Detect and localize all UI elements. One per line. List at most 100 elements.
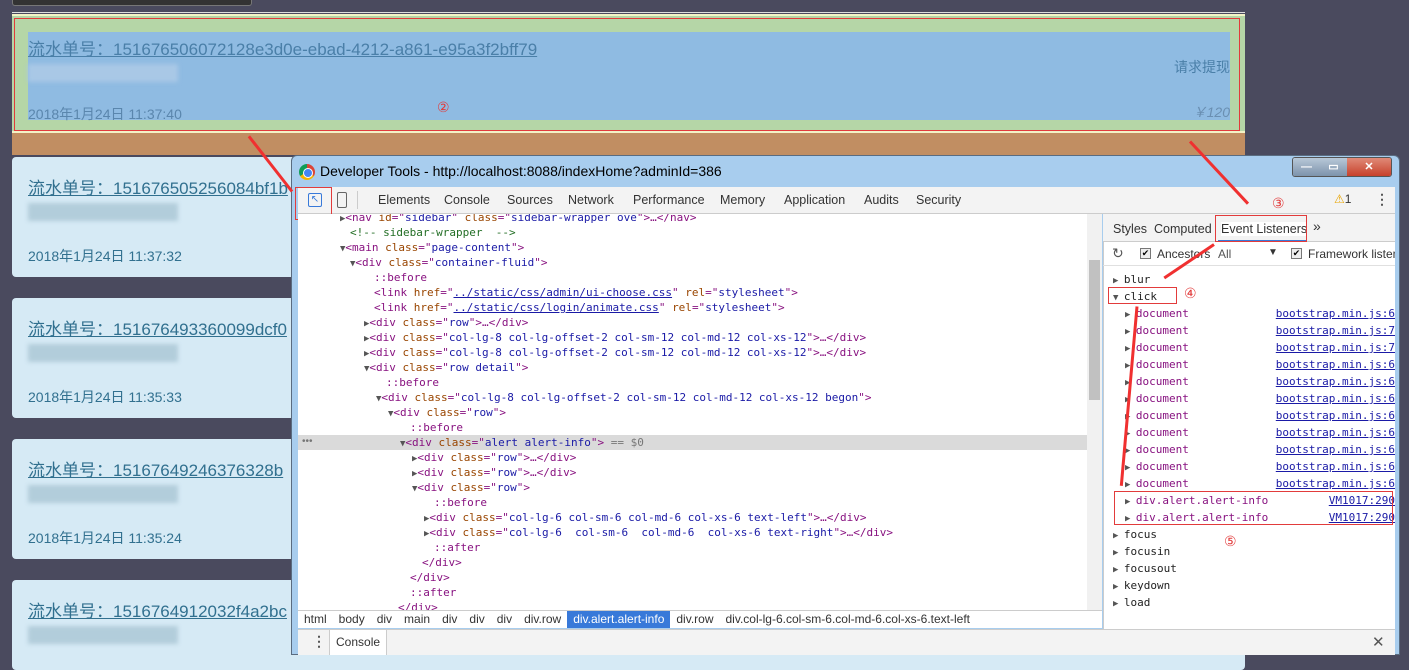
source-link[interactable]: bootstrap.min.js:6: [1276, 459, 1395, 474]
dom-node-line[interactable]: ▶<div class="col-lg-8 col-lg-offset-2 co…: [298, 330, 1087, 345]
dom-node-line[interactable]: </div>: [298, 600, 1087, 610]
source-link[interactable]: bootstrap.min.js:6: [1276, 425, 1395, 440]
framework-checkbox[interactable]: ✔: [1291, 248, 1302, 259]
drawer-tab-console[interactable]: Console: [329, 630, 388, 655]
dom-node-line[interactable]: ::before: [298, 420, 1087, 435]
dom-node-line[interactable]: ▶<div class="row">…</div>: [298, 450, 1087, 465]
dom-node-line[interactable]: ▶<div class="col-lg-8 col-lg-offset-2 co…: [298, 345, 1087, 360]
dom-node-line[interactable]: ▼<div class="container-fluid">: [298, 255, 1087, 270]
dom-node-line[interactable]: <link href="../static/css/admin/ui-choos…: [298, 285, 1087, 300]
dom-node-line[interactable]: </div>: [298, 570, 1087, 585]
listener-item[interactable]: ▶ documentbootstrap.min.js:6: [1125, 408, 1395, 425]
ellipsis-icon[interactable]: •••: [302, 436, 313, 447]
stylesheet-link[interactable]: ../static/css/admin/ui-choose.css: [454, 286, 673, 299]
dom-node-line[interactable]: ▼<div class="col-lg-8 col-lg-offset-2 co…: [298, 390, 1087, 405]
more-tabs-icon[interactable]: »: [1313, 218, 1321, 234]
maximize-button[interactable]: ▭: [1320, 158, 1347, 176]
disclosure-triangle-icon[interactable]: ▶: [1125, 463, 1136, 473]
source-link[interactable]: bootstrap.min.js:6: [1276, 357, 1395, 372]
source-link[interactable]: bootstrap.min.js:6: [1276, 374, 1395, 389]
source-link[interactable]: bootstrap.min.js:6: [1276, 476, 1395, 491]
listener-item[interactable]: ▶ documentbootstrap.min.js:6: [1125, 357, 1395, 374]
dom-node-line[interactable]: ▶<div class="row">…</div>: [298, 465, 1087, 480]
dom-node-line[interactable]: <!-- sidebar-wrapper -->: [298, 225, 1087, 240]
disclosure-triangle-icon[interactable]: ▶: [1125, 446, 1136, 456]
tab-console[interactable]: Console: [444, 193, 490, 207]
source-link[interactable]: bootstrap.min.js:6: [1276, 391, 1395, 406]
device-toolbar-icon[interactable]: [337, 192, 347, 208]
dom-node-line[interactable]: <link href="../static/css/login/animate.…: [298, 300, 1087, 315]
warning-counter[interactable]: ⚠1: [1334, 192, 1351, 206]
disclosure-triangle-icon[interactable]: ▶: [1113, 276, 1124, 286]
tab-computed[interactable]: Computed: [1154, 222, 1212, 236]
listener-item[interactable]: ▶ documentbootstrap.min.js:6: [1125, 306, 1395, 323]
breadcrumb-item[interactable]: div: [436, 611, 463, 628]
refresh-icon[interactable]: ↻: [1112, 245, 1124, 262]
ancestors-checkbox[interactable]: ✔: [1140, 248, 1151, 259]
breadcrumb-item[interactable]: body: [333, 611, 371, 628]
minimize-button[interactable]: —: [1293, 158, 1320, 176]
listener-item[interactable]: ▶ document bootstrap.min.js:7: [1125, 340, 1395, 357]
disclosure-triangle-icon[interactable]: ▶: [1113, 582, 1124, 592]
serial-link[interactable]: 流水单号：151676506072128e3d0e-ebad-4212-a861…: [28, 35, 1230, 60]
scrollbar-thumb[interactable]: [1089, 260, 1100, 400]
more-options-icon[interactable]: ⋮: [1375, 191, 1389, 208]
listener-item[interactable]: ▶ documentbootstrap.min.js:6: [1125, 374, 1395, 391]
breadcrumb-item[interactable]: div.alert.alert-info: [567, 611, 671, 628]
listener-item[interactable]: ▶ documentbootstrap.min.js:6: [1125, 391, 1395, 408]
dom-node-line[interactable]: ::after: [298, 540, 1087, 555]
dropdown-arrow-icon[interactable]: ▼: [1268, 247, 1278, 258]
tab-network[interactable]: Network: [568, 193, 614, 207]
dom-node-line[interactable]: ::before: [298, 270, 1087, 285]
dom-node-line[interactable]: ::before: [298, 495, 1087, 510]
disclosure-triangle-icon[interactable]: ▶: [1113, 599, 1124, 609]
dom-node-line[interactable]: ▼<div class="alert alert-info"> == $0: [298, 435, 1087, 450]
breadcrumb-item[interactable]: div.col-lg-6.col-sm-6.col-md-6.col-xs-6.…: [720, 611, 977, 628]
listener-item[interactable]: ▶ document bootstrap.min.js:7: [1125, 323, 1395, 340]
event-type[interactable]: ▶ focusin: [1113, 544, 1395, 561]
dom-node-line[interactable]: ▶<div class="row">…</div>: [298, 315, 1087, 330]
source-link[interactable]: bootstrap.min.js:6: [1276, 306, 1395, 321]
dom-node-line[interactable]: ::after: [298, 585, 1087, 600]
dom-node-line[interactable]: ▶<div class="col-lg-6 col-sm-6 col-md-6 …: [298, 525, 1087, 540]
event-type[interactable]: ▶ load: [1113, 595, 1395, 612]
breadcrumb-item[interactable]: div: [491, 611, 518, 628]
breadcrumb-item[interactable]: main: [398, 611, 436, 628]
event-type[interactable]: ▶ keydown: [1113, 578, 1395, 595]
source-link[interactable]: bootstrap.min.js:7: [1276, 340, 1395, 355]
dom-node-line[interactable]: ▶<div class="col-lg-6 col-sm-6 col-md-6 …: [298, 510, 1087, 525]
alert-card-selected[interactable]: 流水单号：151676506072128e3d0e-ebad-4212-a861…: [28, 35, 1230, 124]
breadcrumb-item[interactable]: div.row: [518, 611, 567, 628]
elements-tree[interactable]: ▶<nav id="sidebar" class="sidebar-wrappe…: [298, 214, 1087, 610]
stylesheet-link[interactable]: ../static/css/login/animate.css: [454, 301, 659, 314]
breadcrumb-item[interactable]: html: [298, 611, 333, 628]
tab-memory[interactable]: Memory: [720, 193, 765, 207]
tab-elements[interactable]: Elements: [378, 193, 430, 207]
disclosure-triangle-icon[interactable]: ▶: [1113, 565, 1124, 575]
breadcrumb-item[interactable]: div: [371, 611, 398, 628]
dom-node-line[interactable]: ▶<nav id="sidebar" class="sidebar-wrappe…: [298, 214, 1087, 225]
tab-security[interactable]: Security: [916, 193, 961, 207]
dom-node-line[interactable]: </div>: [298, 555, 1087, 570]
tab-audits[interactable]: Audits: [864, 193, 899, 207]
listener-item[interactable]: ▶ documentbootstrap.min.js:6: [1125, 459, 1395, 476]
tab-styles[interactable]: Styles: [1113, 222, 1147, 236]
dom-node-line[interactable]: ▼<div class="row detail">: [298, 360, 1087, 375]
event-type[interactable]: ▶ focusout: [1113, 561, 1395, 578]
event-type[interactable]: ▶ focus: [1113, 527, 1395, 544]
source-link[interactable]: bootstrap.min.js:6: [1276, 408, 1395, 423]
tab-application[interactable]: Application: [784, 193, 845, 207]
disclosure-triangle-icon[interactable]: ▶: [1125, 480, 1136, 490]
dom-node-line[interactable]: ▼<div class="row">: [298, 480, 1087, 495]
listener-item[interactable]: ▶ documentbootstrap.min.js:6: [1125, 425, 1395, 442]
close-drawer-icon[interactable]: ✕: [1372, 633, 1385, 651]
breadcrumb-item[interactable]: div: [463, 611, 490, 628]
close-button[interactable]: ✕: [1347, 158, 1391, 176]
dom-node-line[interactable]: ▼<main class="page-content">: [298, 240, 1087, 255]
tab-sources[interactable]: Sources: [507, 193, 553, 207]
dom-node-line[interactable]: ▼<div class="row">: [298, 405, 1087, 420]
breadcrumb-item[interactable]: div.row: [670, 611, 719, 628]
listener-item[interactable]: ▶ documentbootstrap.min.js:6: [1125, 442, 1395, 459]
source-link[interactable]: bootstrap.min.js:7: [1276, 323, 1395, 338]
disclosure-triangle-icon[interactable]: ▶: [1113, 548, 1124, 558]
